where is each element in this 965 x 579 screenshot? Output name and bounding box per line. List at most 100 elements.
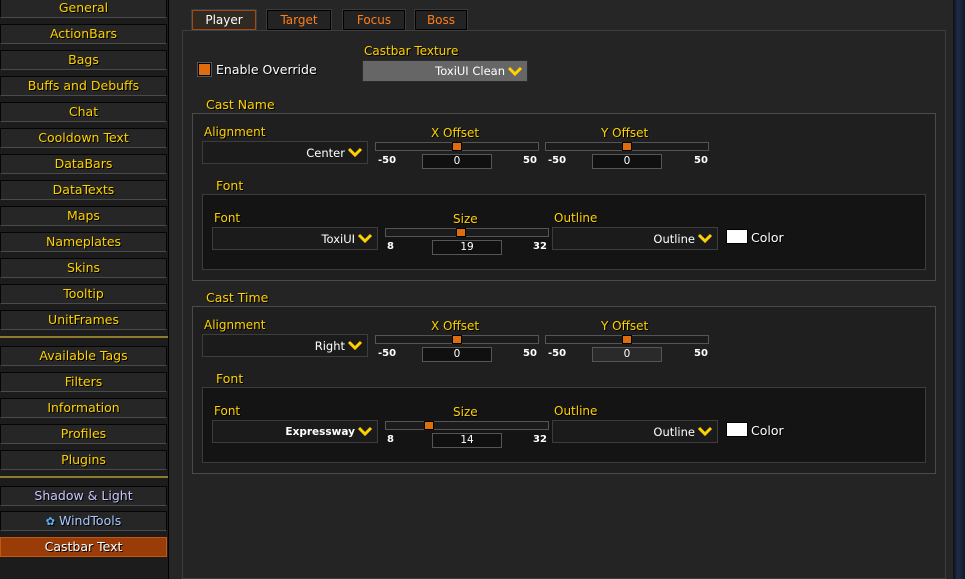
sidebar-item-unitframes[interactable]: UnitFrames (0, 310, 167, 330)
chevron-down-icon (507, 66, 523, 77)
sidebar-item-profiles[interactable]: Profiles (0, 424, 167, 444)
cast-name-alignment-dropdown[interactable]: Center (202, 141, 368, 164)
slider-thumb[interactable] (452, 142, 462, 151)
slider-max: 32 (533, 434, 547, 445)
chevron-down-icon (347, 340, 363, 351)
window-edge (953, 0, 965, 579)
alignment-label: Alignment (204, 125, 266, 139)
chevron-down-icon (697, 426, 713, 437)
y-offset-label: Y Offset (601, 126, 649, 140)
chevron-down-icon (357, 233, 373, 244)
slider-thumb[interactable] (622, 335, 632, 344)
options-panel: Player Target Focus Boss Enable Override… (168, 0, 953, 579)
gear-cluster-icon: ✿ (45, 515, 55, 528)
sidebar-item-filters[interactable]: Filters (0, 372, 167, 392)
slider-thumb[interactable] (456, 228, 466, 237)
cast-name-x-offset-slider[interactable] (375, 142, 539, 151)
tab-focus[interactable]: Focus (342, 9, 406, 31)
chevron-down-icon (697, 233, 713, 244)
slider-thumb[interactable] (452, 335, 462, 344)
size-input[interactable]: 14 (432, 433, 502, 448)
sidebar-item-available-tags[interactable]: Available Tags (0, 346, 167, 366)
sidebar-item-datatexts[interactable]: DataTexts (0, 180, 167, 200)
x-offset-input[interactable]: 0 (422, 154, 492, 169)
sidebar-item-general[interactable]: General (0, 0, 167, 18)
cast-time-font-dropdown[interactable]: Expressway (212, 420, 378, 443)
alignment-label: Alignment (204, 318, 266, 332)
slider-max: 32 (533, 241, 547, 252)
tab-player[interactable]: Player (191, 9, 257, 31)
slider-min: -50 (548, 348, 567, 359)
cast-time-y-offset-slider[interactable] (545, 335, 709, 344)
size-input[interactable]: 19 (432, 240, 502, 255)
size-label: Size (453, 212, 478, 226)
slider-thumb[interactable] (622, 142, 632, 151)
y-offset-label: Y Offset (601, 319, 649, 333)
tab-boss[interactable]: Boss (414, 9, 468, 31)
enable-override-checkbox[interactable] (197, 62, 212, 77)
options-sidebar: General ActionBars Bags Buffs and Debuff… (0, 0, 168, 579)
alignment-value: Right (314, 339, 345, 353)
color-swatch[interactable] (726, 422, 748, 437)
y-offset-input[interactable]: 0 (592, 347, 662, 362)
slider-min: -50 (548, 155, 567, 166)
sidebar-separator (0, 336, 168, 338)
sidebar-item-label: WindTools (59, 513, 122, 528)
sidebar-item-information[interactable]: Information (0, 398, 167, 418)
slider-min: 8 (387, 241, 394, 252)
sidebar-item-nameplates[interactable]: Nameplates (0, 232, 167, 252)
cast-name-outline-dropdown[interactable]: Outline (552, 227, 718, 250)
x-offset-label: X Offset (431, 319, 480, 333)
x-offset-input[interactable]: 0 (422, 347, 492, 362)
cast-time-title: Cast Time (206, 290, 269, 305)
cast-time-x-offset-slider[interactable] (375, 335, 539, 344)
sidebar-item-maps[interactable]: Maps (0, 206, 167, 226)
alignment-value: Center (306, 146, 345, 160)
font-group-title: Font (216, 371, 244, 386)
cast-name-y-offset-slider[interactable] (545, 142, 709, 151)
sidebar-item-tooltip[interactable]: Tooltip (0, 284, 167, 304)
font-value: Expressway (285, 426, 355, 438)
sidebar-item-actionbars[interactable]: ActionBars (0, 24, 167, 44)
cast-time-alignment-dropdown[interactable]: Right (202, 334, 368, 357)
outline-label: Outline (554, 404, 598, 418)
castbar-texture-dropdown[interactable]: ToxiUI Clean (362, 60, 528, 82)
sidebar-item-shadow-light[interactable]: Shadow & Light (0, 486, 167, 506)
font-value: ToxiUI (321, 232, 355, 246)
sidebar-item-bags[interactable]: Bags (0, 50, 167, 70)
y-offset-input[interactable]: 0 (592, 154, 662, 169)
color-swatch[interactable] (726, 229, 748, 244)
color-label: Color (751, 423, 784, 438)
slider-thumb[interactable] (424, 421, 434, 430)
chevron-down-icon (347, 147, 363, 158)
castbar-texture-value: ToxiUI Clean (435, 64, 505, 78)
cast-name-font-dropdown[interactable]: ToxiUI (212, 227, 378, 250)
tab-target[interactable]: Target (266, 9, 332, 31)
font-label: Font (214, 404, 241, 418)
sidebar-separator (0, 476, 168, 478)
cast-time-outline-dropdown[interactable]: Outline (552, 420, 718, 443)
cast-name-size-slider[interactable] (385, 228, 549, 237)
size-label: Size (453, 405, 478, 419)
slider-max: 50 (523, 155, 537, 166)
outline-value: Outline (653, 232, 695, 246)
font-label: Font (214, 211, 241, 225)
sidebar-item-buffs-debuffs[interactable]: Buffs and Debuffs (0, 76, 167, 96)
outline-value: Outline (653, 425, 695, 439)
slider-max: 50 (694, 155, 708, 166)
sidebar-item-cooldown-text[interactable]: Cooldown Text (0, 128, 167, 148)
color-label: Color (751, 230, 784, 245)
slider-min: -50 (378, 155, 397, 166)
sidebar-item-chat[interactable]: Chat (0, 102, 167, 122)
sidebar-item-windtools[interactable]: ✿ WindTools (0, 511, 167, 531)
sidebar-item-skins[interactable]: Skins (0, 258, 167, 278)
font-group-title: Font (216, 178, 244, 193)
enable-override-label: Enable Override (216, 62, 317, 77)
outline-label: Outline (554, 211, 598, 225)
sidebar-item-plugins[interactable]: Plugins (0, 450, 167, 470)
sidebar-item-castbar-text[interactable]: Castbar Text (0, 537, 167, 557)
slider-max: 50 (523, 348, 537, 359)
sidebar-item-databars[interactable]: DataBars (0, 154, 167, 174)
cast-time-size-slider[interactable] (385, 421, 549, 430)
castbar-texture-label: Castbar Texture (364, 44, 459, 58)
